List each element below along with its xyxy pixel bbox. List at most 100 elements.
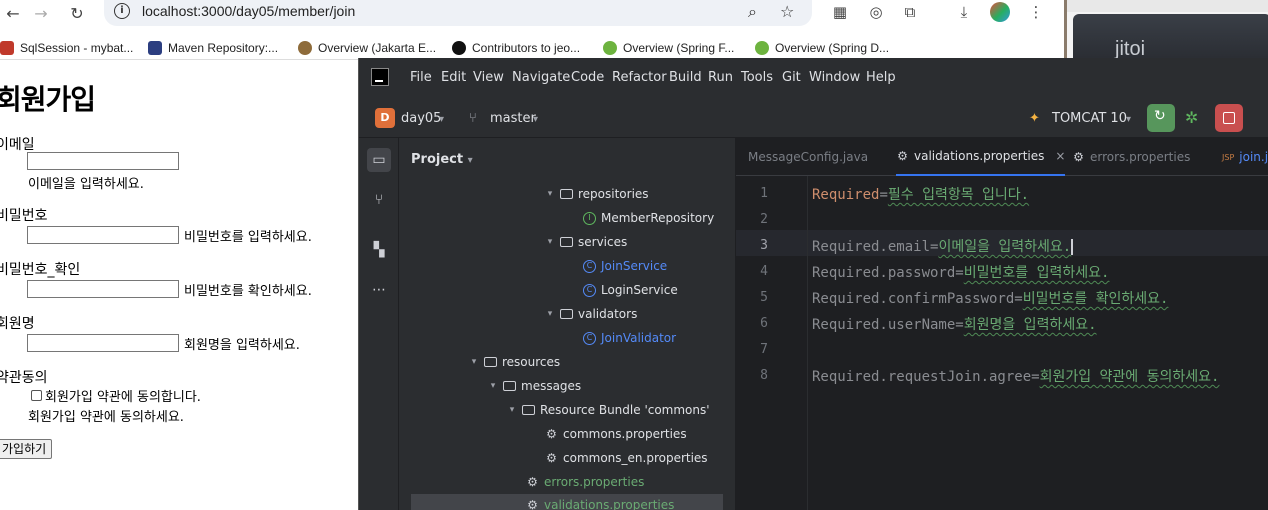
menu-git[interactable]: Git [782, 70, 801, 85]
intellij-logo-icon[interactable] [371, 68, 389, 86]
close-icon[interactable]: × [1055, 149, 1065, 163]
chevron-down-icon[interactable]: ▾ [488, 381, 498, 391]
bookmark-star-icon[interactable]: ☆ [780, 2, 794, 21]
username-error-message: 회원명을 입력하세요. [184, 338, 300, 353]
site-info-icon[interactable]: i [114, 3, 130, 19]
forward-icon[interactable]: → [28, 0, 54, 26]
stop-button[interactable] [1215, 104, 1243, 132]
tab-errors-properties[interactable]: ⚙ errors.properties [1072, 138, 1190, 176]
chevron-down-icon[interactable]: ▾ [439, 114, 444, 125]
structure-icon[interactable]: ▚ [367, 238, 391, 262]
tree-item-memberrepository[interactable]: I MemberRepository [583, 207, 714, 229]
menu-run[interactable]: Run [708, 70, 733, 85]
tree-item-joinservice[interactable]: C JoinService [583, 255, 667, 277]
code-line[interactable]: Required=필수 입력항목 입니다. [812, 184, 1029, 204]
project-folder-icon[interactable]: ▭ [367, 148, 391, 172]
tree-item-repositories[interactable]: ▾ repositories [545, 183, 649, 205]
rerun-button[interactable]: ↻ [1147, 104, 1175, 132]
tree-item-errors-properties[interactable]: ⚙ errors.properties [526, 471, 644, 493]
debug-bug-icon[interactable]: ✲ [1185, 108, 1198, 127]
code-line[interactable]: Required.password=비밀번호를 입력하세요. [812, 262, 1109, 282]
address-bar[interactable]: i localhost:3000/day05/member/join ⌕ ☆ [104, 0, 812, 26]
menu-window[interactable]: Window [809, 70, 860, 85]
code-line[interactable]: Required.requestJoin.agree=회원가입 약관에 동의하세… [812, 366, 1219, 386]
tree-item-commons-en-properties[interactable]: ⚙ commons_en.properties [545, 447, 707, 469]
profile-avatar[interactable] [990, 2, 1010, 22]
tree-item-validators[interactable]: ▾ validators [545, 303, 638, 325]
commit-icon[interactable]: ⑂ [367, 188, 391, 212]
confirm-password-input[interactable] [27, 280, 179, 298]
run-config-selector[interactable]: TOMCAT 10 [1052, 111, 1127, 126]
url-text[interactable]: localhost:3000/day05/member/join [142, 3, 355, 19]
bookmark-item[interactable]: Overview (Spring D... [755, 39, 889, 57]
branch-selector[interactable]: master [490, 111, 536, 126]
menu-help[interactable]: Help [866, 70, 896, 85]
chevron-down-icon[interactable]: ▾ [469, 357, 479, 367]
download-icon[interactable]: ⤓ [954, 2, 974, 22]
menu-file[interactable]: File [410, 70, 432, 85]
menu-refactor[interactable]: Refactor [612, 70, 667, 85]
bookmark-item[interactable]: Overview (Jakarta E... [298, 39, 436, 57]
password-error-message: 비밀번호를 입력하세요. [184, 230, 312, 245]
editor-tabs: MessageConfig.java ⚙ validations.properti… [736, 138, 1268, 176]
bookmark-item[interactable]: Overview (Spring F... [603, 39, 734, 57]
agree-checkbox-row[interactable]: 회원가입 약관에 동의합니다. [31, 386, 201, 405]
bookmark-item[interactable]: Maven Repository:... [148, 39, 278, 57]
agree-checkbox[interactable] [31, 390, 42, 401]
chevron-down-icon[interactable]: ▾ [533, 114, 538, 125]
code-line[interactable]: Required.email=이메일을 입력하세요. [812, 236, 1074, 256]
agree-error-message: 회원가입 약관에 동의하세요. [28, 410, 184, 425]
extension-icon-2[interactable]: ◎ [866, 2, 886, 22]
join-submit-button[interactable]: 가입하기 [0, 439, 53, 459]
menu-tools[interactable]: Tools [741, 70, 773, 85]
email-input[interactable] [27, 152, 179, 170]
menu-view[interactable]: View [473, 70, 504, 85]
reload-icon[interactable]: ↻ [64, 0, 90, 26]
menu-navigate[interactable]: Navigate [512, 70, 570, 85]
resources-folder-icon [484, 357, 497, 367]
project-panel-title[interactable]: Project ▾ [411, 152, 473, 167]
tree-item-commons-properties[interactable]: ⚙ commons.properties [545, 423, 686, 445]
class-icon: C [583, 259, 596, 273]
page-title: 회원가입 [0, 83, 96, 116]
zoom-icon[interactable]: ⌕ [748, 2, 757, 22]
password-input[interactable] [27, 226, 179, 244]
extensions-puzzle-icon[interactable]: ⧉ [900, 2, 920, 22]
code-line[interactable]: Required.confirmPassword=비밀번호를 확인하세요. [812, 288, 1168, 308]
extension-icon-1[interactable]: ▦ [830, 2, 850, 22]
tree-item-resource-bundle[interactable]: ▾ Resource Bundle 'commons' [507, 399, 710, 421]
chevron-down-icon[interactable]: ▾ [545, 189, 555, 199]
tree-item-loginservice[interactable]: C LoginService [583, 279, 678, 301]
bookmark-item[interactable]: Contributors to jeo... [452, 39, 580, 57]
tab-messageconfig[interactable]: MessageConfig.java [748, 138, 868, 176]
chevron-down-icon[interactable]: ▾ [545, 309, 555, 319]
chevron-down-icon[interactable]: ▾ [1126, 114, 1131, 125]
project-badge[interactable]: D [375, 108, 395, 128]
username-input[interactable] [27, 334, 179, 352]
chevron-down-icon[interactable]: ▾ [545, 237, 555, 247]
bookmarks-bar: SqlSession - mybat... Maven Repository:.… [0, 36, 1060, 60]
menu-edit[interactable]: Edit [441, 70, 466, 85]
tab-validations-properties[interactable]: ⚙ validations.properties × [896, 138, 1066, 176]
background-window[interactable]: jitoi [1064, 0, 1268, 60]
tree-item-validations-properties[interactable]: ⚙ validations.properties [411, 494, 723, 510]
tree-item-services[interactable]: ▾ services [545, 231, 628, 253]
menu-kebab-icon[interactable]: ⋮ [1026, 2, 1046, 22]
email-error-message: 이메일을 입력하세요. [28, 177, 144, 192]
chevron-down-icon[interactable]: ▾ [507, 405, 517, 415]
code-line[interactable]: Required.userName=회원명을 입력하세요. [812, 314, 1097, 334]
tree-item-messages[interactable]: ▾ messages [488, 375, 581, 397]
properties-gear-icon: ⚙ [527, 497, 538, 510]
tree-item-joinvalidator[interactable]: C JoinValidator [583, 327, 676, 349]
git-branch-icon: ⑂ [469, 111, 477, 126]
tab-join-jsp[interactable]: JSP join.j [1222, 138, 1268, 176]
line-number: 4 [760, 264, 768, 279]
project-selector[interactable]: day05 [401, 111, 441, 126]
properties-gear-icon: ⚙ [527, 474, 538, 489]
menu-code[interactable]: Code [571, 70, 604, 85]
more-tools-icon[interactable]: ⋯ [367, 278, 391, 302]
tree-item-resources[interactable]: ▾ resources [469, 351, 560, 373]
bookmark-item[interactable]: SqlSession - mybat... [0, 39, 133, 57]
menu-build[interactable]: Build [669, 70, 702, 85]
back-icon[interactable]: ← [0, 0, 26, 26]
